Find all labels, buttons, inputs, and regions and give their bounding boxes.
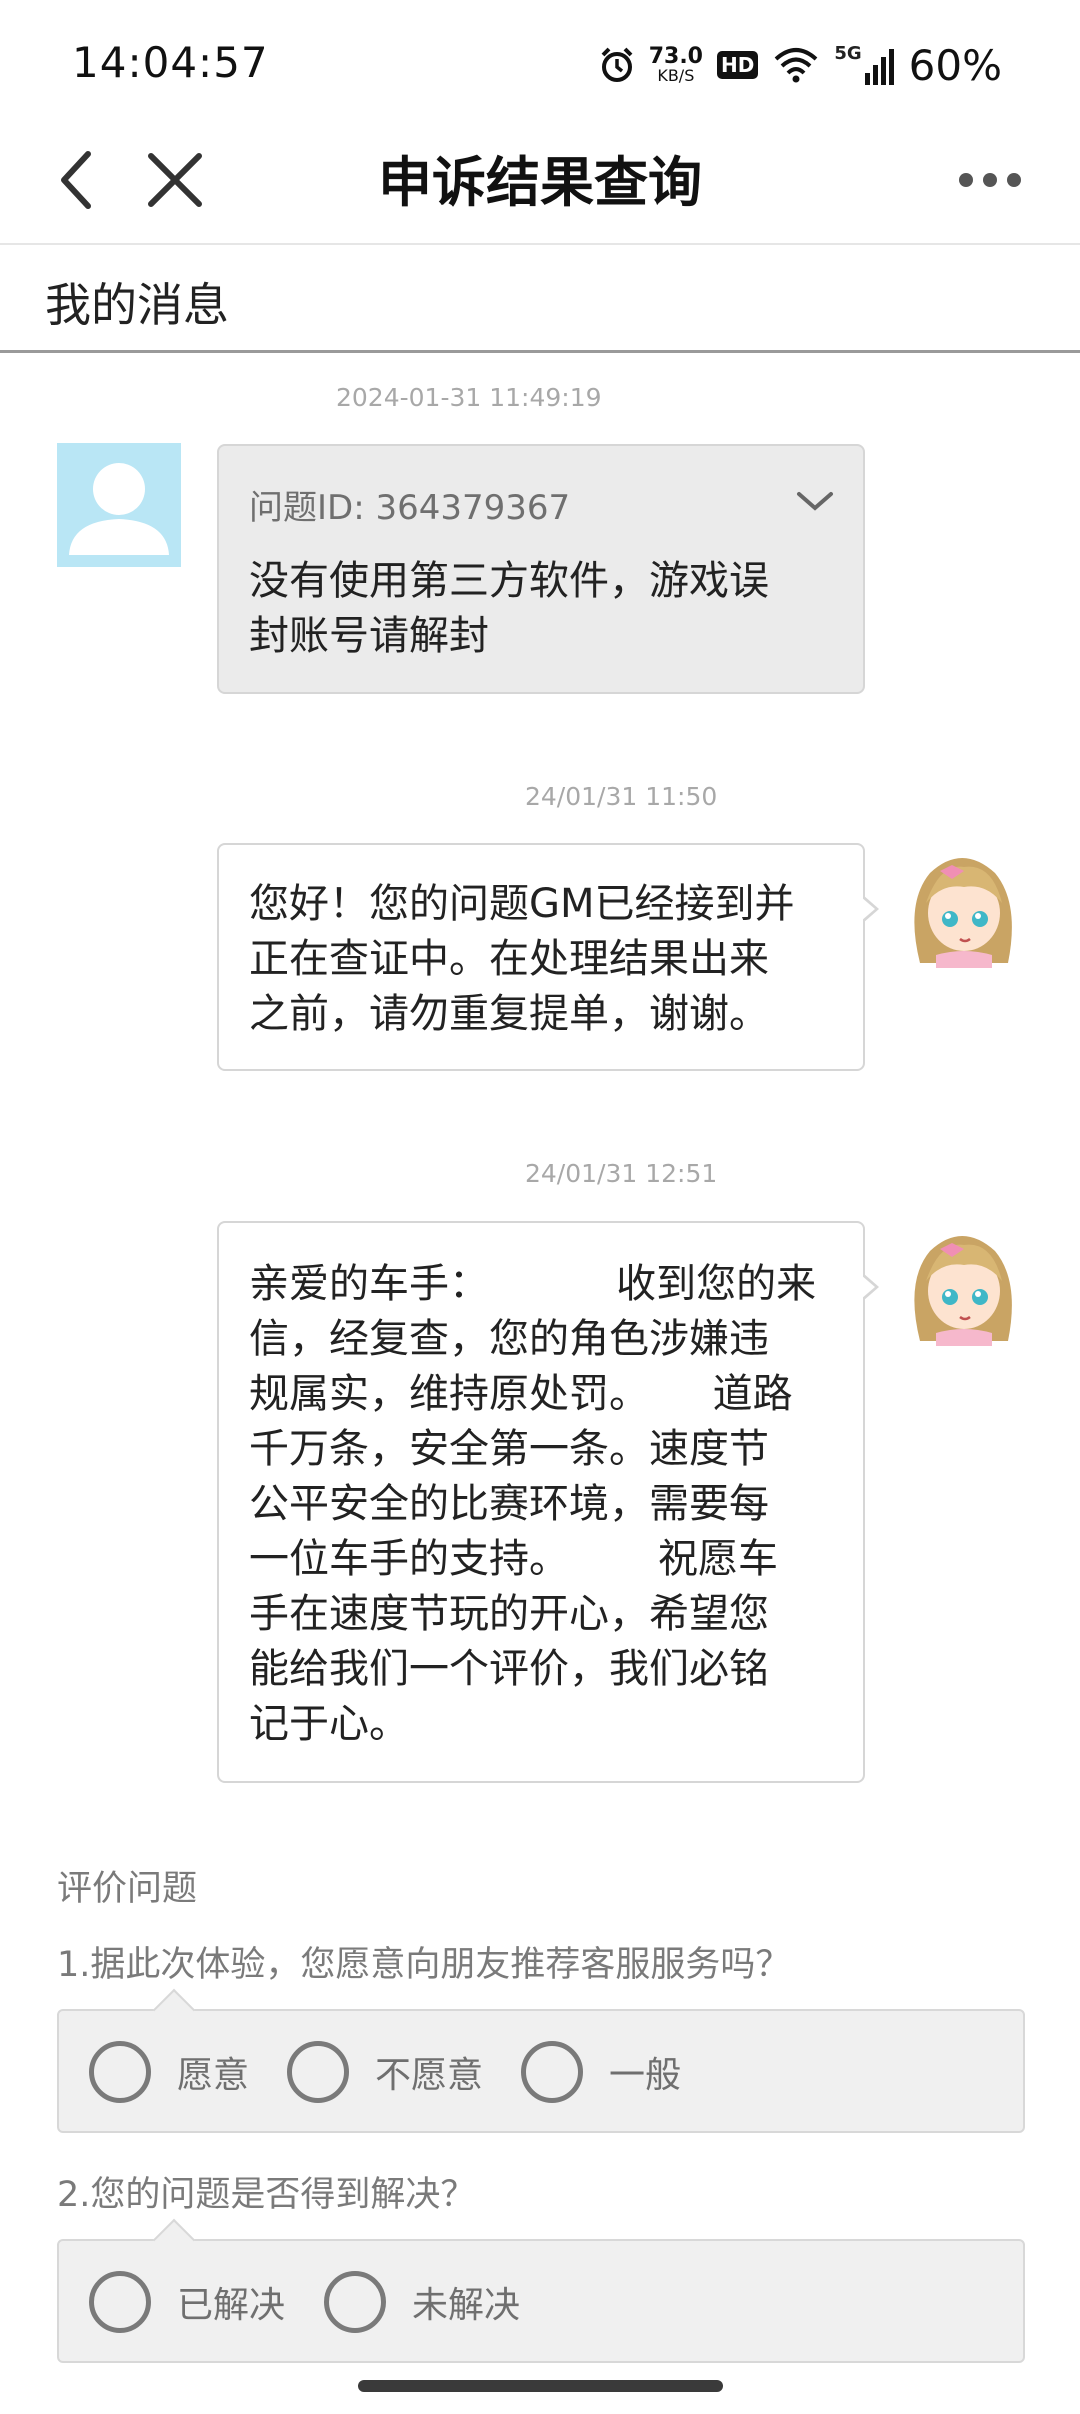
alarm-icon [601, 47, 633, 82]
network-speed-unit: KB/S [657, 66, 695, 85]
option-label: 未解决 [412, 2285, 521, 2326]
option-label: 已解决 [177, 2285, 286, 2326]
message-text: 亲爱的车手： 收到您的来 信，经复查，您的角色涉嫌违 规属实，维持原处罚。 道路… [249, 1261, 817, 1747]
question-1-options: 愿意 不愿意 一般 [57, 2009, 1025, 2133]
status-icons: 73.0 KB/S HD 5G 60% [599, 40, 1002, 90]
more-icon[interactable] [950, 150, 1030, 210]
network-speed: 73.0 KB/S [649, 46, 703, 84]
network-speed-value: 73.0 [648, 44, 703, 69]
radio-button[interactable] [324, 2271, 386, 2333]
question-id: 问题ID: 364379367 [249, 488, 571, 528]
bubble-tail [861, 895, 879, 923]
message-timestamp: 24/01/31 12:51 [525, 1159, 718, 1188]
hd-icon: HD [716, 51, 759, 79]
message-text: 没有使用第三方软件，游戏误 封账号请解封 [249, 558, 769, 659]
cellular-signal: 5G [834, 45, 894, 85]
home-indicator[interactable] [358, 2380, 723, 2392]
status-time: 14:04:57 [72, 38, 269, 87]
gm-message-bubble: 您好！您的问题GM已经接到并 正在查证中。在处理结果出来 之前，请勿重复提单，谢… [217, 843, 879, 1071]
option-label: 愿意 [177, 2055, 250, 2096]
radio-button[interactable] [89, 2271, 151, 2333]
radio-option[interactable]: 不愿意 [287, 2041, 483, 2103]
question-2: 2.您的问题是否得到解决？ [57, 2175, 476, 2215]
user-avatar [57, 443, 181, 567]
radio-option[interactable]: 未解决 [324, 2271, 520, 2333]
section-header: 我的消息 [0, 245, 1080, 353]
user-silhouette-icon [69, 463, 169, 555]
page-title: 申诉结果查询 [378, 151, 702, 214]
status-bar: 14:04:57 73.0 KB/S HD 5G 60% [0, 0, 1080, 130]
gm-avatar [914, 858, 1012, 968]
radio-button[interactable] [287, 2041, 349, 2103]
radio-button[interactable] [521, 2041, 583, 2103]
option-label: 一般 [609, 2055, 682, 2096]
radio-option[interactable]: 愿意 [89, 2041, 249, 2103]
radio-option[interactable]: 已解决 [89, 2271, 285, 2333]
user-message-bubble: 问题ID: 364379367 没有使用第三方软件，游戏误 封账号请解封 [217, 444, 865, 694]
question-2-options: 已解决 未解决 [57, 2239, 1025, 2363]
option-label: 不愿意 [375, 2055, 484, 2096]
radio-button[interactable] [89, 2041, 151, 2103]
question-1: 1.据此次体验，您愿意向朋友推荐客服服务吗？ [57, 1945, 791, 1985]
gm-message-bubble: 亲爱的车手： 收到您的来 信，经复查，您的角色涉嫌违 规属实，维持原处罚。 道路… [217, 1221, 879, 1783]
signal-bars-icon [864, 49, 894, 85]
message-text: 您好！您的问题GM已经接到并 正在查证中。在处理结果出来 之前，请勿重复提单，谢… [249, 881, 795, 1037]
message-timestamp: 24/01/31 11:50 [525, 782, 718, 811]
wifi-icon [774, 48, 818, 83]
evaluation-title: 评价问题 [57, 1869, 198, 1909]
message-timestamp: 2024-01-31 11:49:19 [336, 383, 602, 412]
section-title: 我的消息 [45, 278, 229, 332]
gm-avatar [914, 1236, 1012, 1346]
hd-label: HD [720, 53, 755, 77]
nav-bar: 申诉结果查询 [0, 120, 1080, 245]
chevron-down-icon[interactable] [795, 486, 835, 516]
bubble-tail [861, 1273, 879, 1301]
network-type-label: 5G [834, 43, 862, 64]
radio-option[interactable]: 一般 [521, 2041, 681, 2103]
battery-level: 60% [908, 40, 1002, 90]
